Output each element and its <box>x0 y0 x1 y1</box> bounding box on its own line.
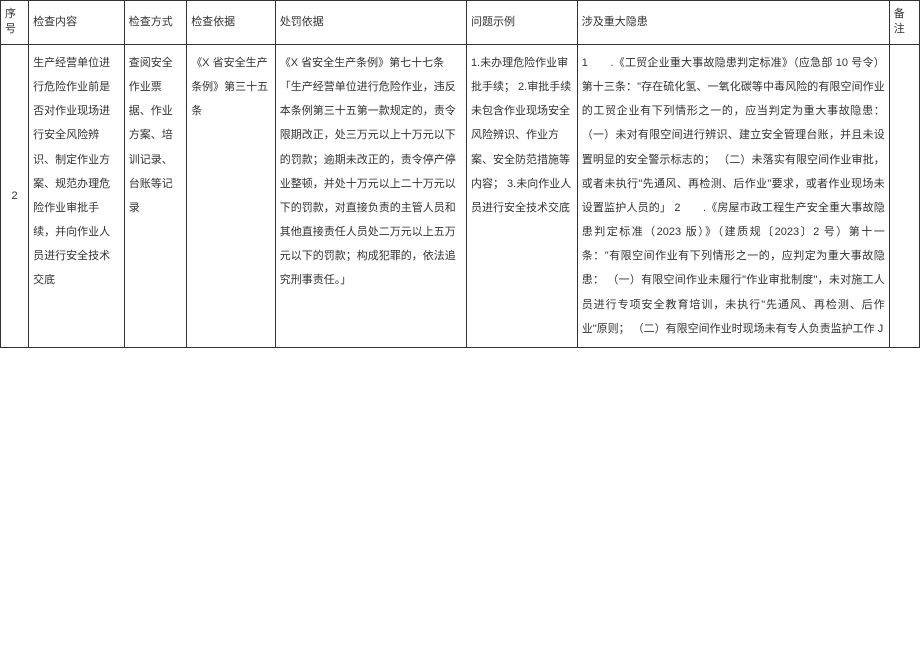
header-seq: 序号 <box>1 1 29 45</box>
header-content: 检查内容 <box>29 1 125 45</box>
cell-hazard: 1 .《工贸企业重大事故隐患判定标准》（应急部 10 号令）第十三条："存在硫化… <box>577 44 889 347</box>
header-hazard: 涉及重大隐患 <box>577 1 889 45</box>
header-example: 问题示例 <box>467 1 578 45</box>
cell-seq: 2 <box>1 44 29 347</box>
cell-content: 生产经营单位进行危险作业前是否对作业现场进行安全风险辨识、制定作业方案、规范办理… <box>29 44 125 347</box>
inspection-table: 序号 检查内容 检查方式 检查依据 处罚依据 问题示例 涉及重大隐患 备注 2 … <box>0 0 920 348</box>
cell-basis: 《X 省安全生产条例》第三十五条 <box>187 44 276 347</box>
header-penalty: 处罚依据 <box>275 1 466 45</box>
table-row: 2 生产经营单位进行危险作业前是否对作业现场进行安全风险辨识、制定作业方案、规范… <box>1 44 920 347</box>
header-row: 序号 检查内容 检查方式 检查依据 处罚依据 问题示例 涉及重大隐患 备注 <box>1 1 920 45</box>
header-remark: 备注 <box>889 1 919 45</box>
cell-penalty: 《X 省安全生产条例》第七十七条「生产经营单位进行危险作业，违反本条例第三十五第… <box>275 44 466 347</box>
cell-method: 查阅安全作业票据、作业方案、培训记录、台账等记录 <box>124 44 186 347</box>
cell-remark <box>889 44 919 347</box>
header-method: 检查方式 <box>124 1 186 45</box>
header-basis: 检查依据 <box>187 1 276 45</box>
cell-example: 1.未办理危险作业审批手续； 2.审批手续未包含作业现场安全风险辨识、作业方案、… <box>467 44 578 347</box>
